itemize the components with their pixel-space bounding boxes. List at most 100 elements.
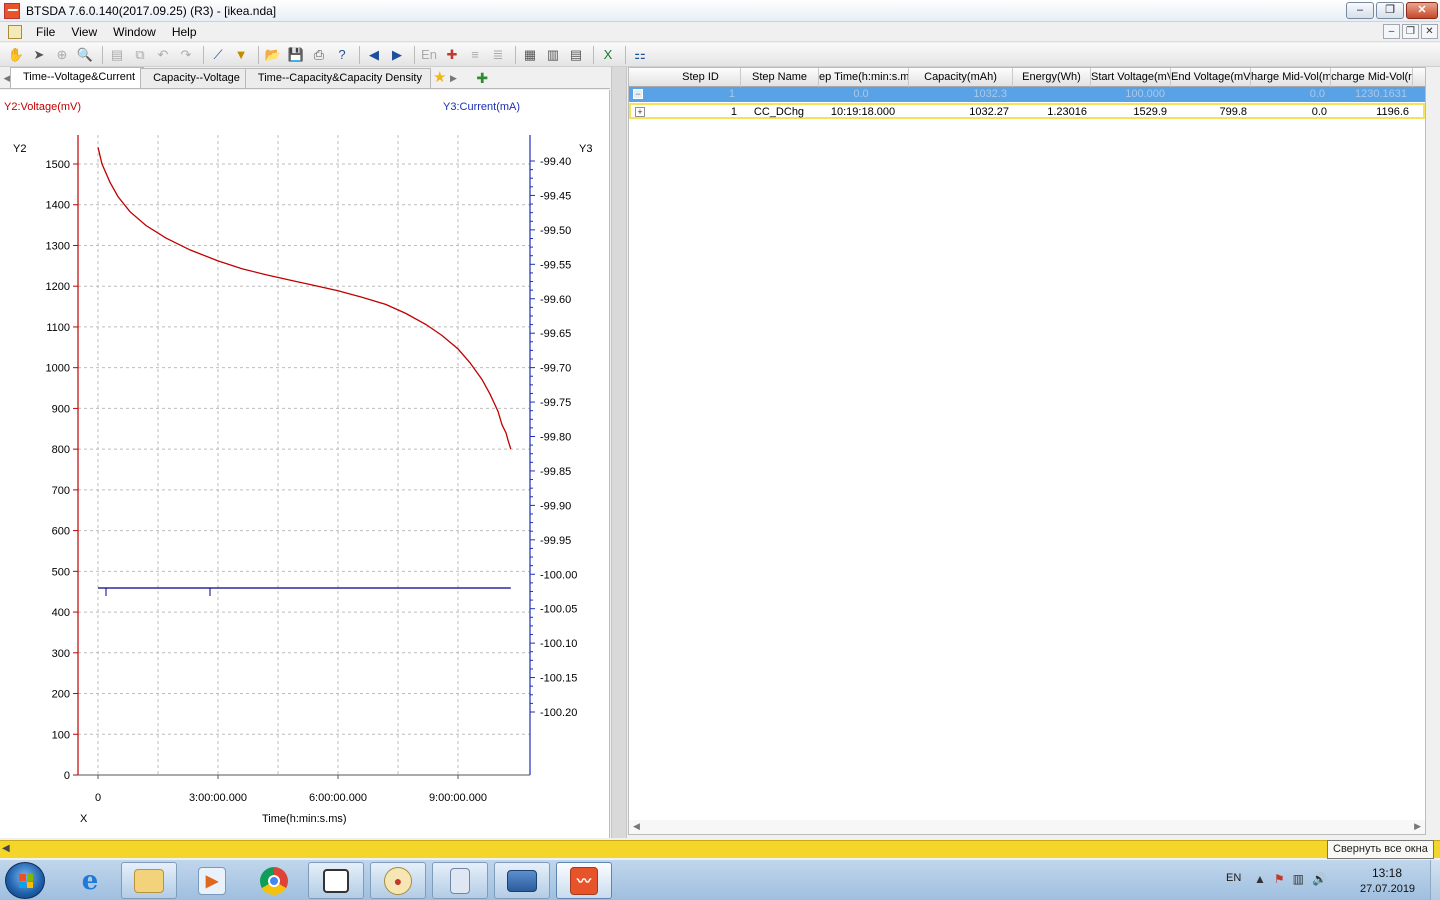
y3-tick-label: -99.65 <box>540 328 571 340</box>
horizontal-scrollbar[interactable]: ◀ ▶ <box>629 820 1425 834</box>
pointer-icon[interactable]: ➤ <box>29 45 49 65</box>
language-indicator[interactable]: EN <box>1226 872 1241 884</box>
volume-icon[interactable]: 🔊 <box>1312 872 1327 886</box>
y3-tick-label: -100.00 <box>540 569 577 581</box>
table-cell: 1032.27 <box>969 106 1009 118</box>
detail-view-icon[interactable]: ▤ <box>566 45 586 65</box>
chart-panel: Y2:Voltage(mV) Y3:Current(mA) Y2 Y3 X Time(h:… <box>0 90 610 838</box>
redo-icon[interactable]: ↷ <box>176 45 196 65</box>
media-player-icon[interactable]: ▶ <box>184 862 240 899</box>
chrome-icon[interactable] <box>246 862 302 899</box>
table-cell: 10:19:18.000 <box>830 106 896 118</box>
forward-arrow-icon[interactable]: ▶ <box>387 45 407 65</box>
y3-short-label: Y3 <box>579 143 592 155</box>
voltage-current-chart[interactable]: Y2:Voltage(mV) Y3:Current(mA) Y2 Y3 X Time(h:… <box>0 90 610 838</box>
language-button[interactable]: En <box>419 45 439 65</box>
menu-help[interactable]: Help <box>164 22 205 42</box>
screenshot-tool-icon[interactable] <box>494 862 550 899</box>
table-cell: 1 <box>730 106 737 118</box>
marker-icon[interactable]: ✚ <box>442 45 462 65</box>
table-cell: 1032.3 <box>973 88 1007 100</box>
menu-file[interactable]: File <box>28 22 63 42</box>
virtualbox-icon[interactable] <box>308 862 364 899</box>
status-bar: ◀ <box>0 840 1440 858</box>
column-header[interactable]: Step Name <box>741 68 819 87</box>
y3-tick-label: -100.15 <box>540 673 577 685</box>
action-center-icon[interactable]: ⚑ <box>1274 872 1285 886</box>
tray-expand-icon[interactable]: ▲ <box>1254 872 1266 886</box>
expand-icon[interactable]: + <box>635 107 645 117</box>
back-arrow-icon[interactable]: ◀ <box>364 45 384 65</box>
column-header[interactable]: Step ID <box>661 68 741 87</box>
mdi-minimize-button[interactable]: ‒ <box>1383 24 1400 39</box>
menu-view[interactable]: View <box>63 22 105 42</box>
tab-scroll-right-icon[interactable]: ▶ <box>446 68 460 88</box>
close-button[interactable]: ✕ <box>1406 2 1438 19</box>
menu-window[interactable]: Window <box>105 22 164 42</box>
table-cell: 0.0 <box>1309 88 1325 100</box>
app-logo-icon <box>4 2 20 19</box>
status-arrow-icon[interactable]: ◀ <box>2 843 10 854</box>
add-chart-icon[interactable]: ✚ <box>476 68 488 88</box>
column-header[interactable]: charge Mid-Vol(r <box>1331 68 1413 87</box>
grid-view-icon[interactable]: ▦ <box>520 45 540 65</box>
show-desktop-button[interactable] <box>1430 860 1440 900</box>
open-folder-icon[interactable]: 📂 <box>263 45 283 65</box>
minimize-button[interactable]: ‒ <box>1346 2 1374 19</box>
column-header[interactable]: End Voltage(mV) <box>1171 68 1251 87</box>
paint-icon[interactable]: ● <box>370 862 426 899</box>
file-explorer-icon[interactable] <box>121 862 177 899</box>
y2-tick-label: 200 <box>52 689 70 701</box>
panel-splitter[interactable] <box>611 67 627 838</box>
restore-button[interactable]: ❐ <box>1376 2 1404 19</box>
x-tick-label: 6:00:00.000 <box>309 792 367 804</box>
mdi-close-button[interactable]: ✕ <box>1421 24 1438 39</box>
document-icon[interactable] <box>8 24 22 39</box>
column-header[interactable]: Capacity(mAh) <box>909 68 1013 87</box>
column-header[interactable]: Energy(Wh) <box>1013 68 1091 87</box>
scroll-right-icon[interactable]: ▶ <box>1414 821 1421 832</box>
scroll-left-icon[interactable]: ◀ <box>633 821 640 832</box>
internet-explorer-icon[interactable]: e <box>62 862 118 899</box>
vertical-scroll-area[interactable] <box>1427 67 1440 838</box>
zoom-area-icon[interactable]: ⊕ <box>52 45 72 65</box>
zoom-icon[interactable]: 🔍 <box>75 45 95 65</box>
report-icon[interactable]: ⚏ <box>630 45 650 65</box>
tab-capacity-voltage[interactable]: Capacity--Voltage <box>140 68 249 88</box>
sort-icon[interactable]: ≡ <box>465 45 485 65</box>
clock-date[interactable]: 27.07.2019 <box>1360 883 1415 895</box>
copy-chart-icon[interactable]: ⧉ <box>130 45 150 65</box>
table-cell: CC_DChg <box>753 106 805 118</box>
filter-icon[interactable]: ▼ <box>231 45 251 65</box>
y2-tick-label: 500 <box>52 566 70 578</box>
column-header[interactable]: ep Time(h:min:s.m <box>819 68 909 87</box>
undo-icon[interactable]: ↶ <box>153 45 173 65</box>
help-icon[interactable]: ? <box>332 45 352 65</box>
tab-time-voltage-current[interactable]: Time--Voltage&Current <box>10 67 145 88</box>
favorite-star-icon[interactable]: ★ <box>433 68 446 88</box>
column-header[interactable]: Start Voltage(mV <box>1091 68 1171 87</box>
y2-tick-label: 900 <box>52 403 70 415</box>
pan-hand-icon[interactable]: ✋ <box>6 45 26 65</box>
table-view-icon[interactable]: ▥ <box>543 45 563 65</box>
save-icon[interactable]: 💾 <box>286 45 306 65</box>
mdi-restore-button[interactable]: ❐ <box>1402 24 1419 39</box>
compare-icon[interactable]: ≣ <box>488 45 508 65</box>
collapse-icon[interactable]: − <box>633 89 643 99</box>
chart-setting-icon[interactable]: ▤ <box>107 45 127 65</box>
line-tool-icon[interactable]: ⟋ <box>208 45 228 65</box>
tab-time-capacity-density[interactable]: Time--Capacity&Capacity Density <box>244 68 431 88</box>
column-header[interactable]: harge Mid-Vol(m <box>1251 68 1331 87</box>
table-row[interactable]: + 1 CC_DChg 10:19:18.000 1032.27 1.23016 1529… <box>629 103 1425 119</box>
calculator-icon[interactable] <box>432 862 488 899</box>
start-button[interactable] <box>5 862 45 899</box>
y3-tick-label: -100.05 <box>540 604 577 616</box>
network-icon[interactable]: ▥ <box>1293 872 1304 886</box>
clock-time[interactable]: 13:18 <box>1372 866 1402 880</box>
print-icon[interactable]: ⎙ <box>309 45 329 65</box>
window-title: BTSDA 7.6.0.140(2017.09.25) (R3) - [ikea… <box>26 3 277 18</box>
table-row-summary[interactable]: − 1 0.0 1032.3 100.000 0.0 1230.1631 <box>629 87 1425 102</box>
btsda-app-icon[interactable]: 〰 <box>556 862 612 899</box>
title-bar: BTSDA 7.6.0.140(2017.09.25) (R3) - [ikea… <box>0 0 1440 22</box>
excel-export-icon[interactable]: X <box>598 45 618 65</box>
